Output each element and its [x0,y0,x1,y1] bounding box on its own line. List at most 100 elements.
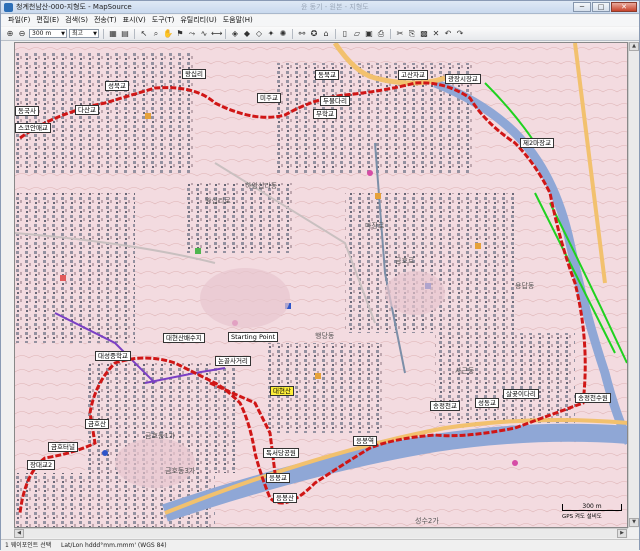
scroll-right-icon[interactable]: ▶ [617,529,627,538]
hand-tool-icon[interactable]: ✋ [163,29,173,39]
waypoint-label[interactable]: 광장시장교 [445,74,481,84]
detail-level-select[interactable]: 최고 ▼ [69,29,99,38]
menu-bar: 파일(F) 편집(E) 검색(S) 전송(T) 표시(V) 도구(T) 유틸리티… [1,15,639,26]
waypoint-label[interactable]: 무학교 [313,109,337,119]
waypoint-label[interactable]: 살곶이다리 [503,389,539,399]
area-text: 마장로 [365,221,385,230]
find-icon[interactable]: ✦ [266,29,276,39]
waypoint-label[interactable]: 장대교2 [27,460,56,470]
waypoint-label[interactable]: 제2마장교 [520,138,555,148]
delete-icon[interactable]: ✕ [431,29,441,39]
gps-send-icon[interactable]: ◆ [242,29,252,39]
map-view[interactable]: 마장로 왕십리로 행당동 금호동1가 금호동3가 성수2가 하왕십리동 사근동 … [14,42,628,528]
binoculars-icon[interactable]: ⚯ [297,29,307,39]
print-icon[interactable]: ⎙ [376,29,386,39]
copy-icon[interactable]: ⎘ [407,29,417,39]
menu-search[interactable]: 검색(S) [62,15,91,26]
waypoint-label[interactable]: 스코안매교 [15,123,51,133]
area-text: 왕십리로 [205,196,231,205]
find-place-icon[interactable]: ✪ [309,29,319,39]
waypoint-label[interactable]: 왕십리 [182,69,206,79]
menu-utilities[interactable]: 유틸리티(U) [177,15,219,26]
maximize-button[interactable]: □ [592,2,610,12]
selection-status: 1 웨이포인트 선택 [5,542,52,549]
title-bar: 청계천남산-000-지형도 - MapSource 윤 동기 - 원본 - 지형… [1,1,639,14]
waypoint-label[interactable]: 다산교 [75,105,99,115]
waypoint-label[interactable]: 동북교 [315,70,339,80]
scroll-down-icon[interactable]: ▼ [629,518,639,527]
window-title: 청계천남산-000-지형도 - MapSource [16,3,132,11]
zoom-in-icon[interactable]: ⊕ [5,29,15,39]
menu-tools[interactable]: 도구(T) [149,15,178,26]
zoom-tool-icon[interactable]: ⌕ [151,29,161,39]
satellite-icon[interactable]: ✺ [278,29,288,39]
waypoint-label-highlighted[interactable]: 대현산 [270,386,294,396]
undo-icon[interactable]: ↶ [443,29,453,39]
background-window-title: 윤 동기 - 원본 - 지형도 [301,3,369,11]
waypoint-label[interactable]: 고산자교 [398,70,428,80]
new-file-icon[interactable]: ▯ [340,29,350,39]
area-text: 용답동 [515,281,535,290]
app-window: 청계천남산-000-지형도 - MapSource 윤 동기 - 원본 - 지형… [0,0,640,550]
waypoint-label[interactable]: 두물다리 [320,96,350,106]
waypoint-label[interactable]: 송정천수원 [575,393,611,403]
waypoint-label[interactable]: 대현산배수지 [163,333,205,343]
area-text: 금호동3가 [165,466,196,475]
waypoint-label[interactable]: Starting Point [228,332,279,342]
mapsend-icon[interactable]: ◇ [254,29,264,39]
find-address-icon[interactable]: ⌂ [321,29,331,39]
cut-icon[interactable]: ✂ [395,29,405,39]
close-button[interactable]: ✕ [611,2,637,12]
waypoint-label[interactable]: 금호산 [85,419,109,429]
left-gutter [1,42,14,538]
waypoint-tool-icon[interactable]: ⚑ [175,29,185,39]
zoom-out-icon[interactable]: ⊖ [17,29,27,39]
paste-icon[interactable]: ▩ [419,29,429,39]
detail-level-value: 최고 [72,30,84,37]
waypoint-label[interactable]: 동국사 [15,106,39,116]
menu-edit[interactable]: 편집(E) [33,15,62,26]
track-tool-icon[interactable]: ∿ [199,29,209,39]
waypoint-label[interactable]: 성북교 [105,81,129,91]
map-scale: 300 m GPS 켜도 설비도 [562,504,622,522]
status-bar: 1 웨이포인트 선택 Lat/Lon hddd°mm.mmm' (WGS 84) [1,539,639,550]
waypoint-label[interactable]: 대성중학교 [95,351,131,361]
waypoint-label[interactable]: 응봉산 [273,493,297,503]
waypoint-label[interactable]: 응봉역 [353,436,377,446]
map-products-icon[interactable]: ▦ [108,29,118,39]
gps-overlay-text: GPS 켜도 설비도 [562,514,602,520]
waypoint-label[interactable]: 금호터널 [48,442,78,452]
area-text: 성수2가 [415,516,439,525]
menu-transfer[interactable]: 전송(T) [91,15,120,26]
redo-icon[interactable]: ↷ [455,29,465,39]
zoom-scale-select[interactable]: 300 m ▼ [29,29,67,38]
vertical-scrollbar[interactable]: ▲ ▼ [628,42,639,528]
waypoint-label[interactable]: 독서당공원 [263,448,299,458]
area-text: 사근동 [455,366,475,375]
waypoint-label[interactable]: 송정천교 [430,401,460,411]
menu-view[interactable]: 표시(V) [120,15,149,26]
save-file-icon[interactable]: ▣ [364,29,374,39]
selection-tool-icon[interactable]: ↖ [139,29,149,39]
measure-tool-icon[interactable]: ⟷ [211,29,222,39]
area-text: 하왕십리동 [245,181,278,190]
scroll-left-icon[interactable]: ◀ [14,529,24,538]
scroll-up-icon[interactable]: ▲ [629,42,639,51]
route-tool-icon[interactable]: ⤳ [187,29,197,39]
zoom-scale-value: 300 m [32,30,52,37]
menu-help[interactable]: 도움말(H) [220,15,256,26]
waypoint-label[interactable]: 성동교 [475,398,499,408]
mapsource-icon [4,3,13,12]
map-select-icon[interactable]: ▤ [120,29,130,39]
toolbar: ⊕ ⊖ 300 m ▼ 최고 ▼ ▦ ▤ ↖ ⌕ ✋ ⚑ ⤳ ∿ ⟷ ◈ ◆ ◇ ✦… [1,27,639,41]
menu-file[interactable]: 파일(F) [5,15,33,26]
horizontal-scrollbar[interactable]: ◀ ▶ [14,528,628,538]
open-file-icon[interactable]: ▱ [352,29,362,39]
waypoint-label[interactable]: 응봉교 [266,473,290,483]
area-text: 금호로 [395,257,415,265]
gps-receive-icon[interactable]: ◈ [230,29,240,39]
waypoint-label[interactable]: 논골사거리 [215,356,251,366]
waypoint-label[interactable]: 미주교 [257,93,281,103]
area-text: 행당동 [315,331,335,340]
minimize-button[interactable]: ─ [573,2,591,12]
